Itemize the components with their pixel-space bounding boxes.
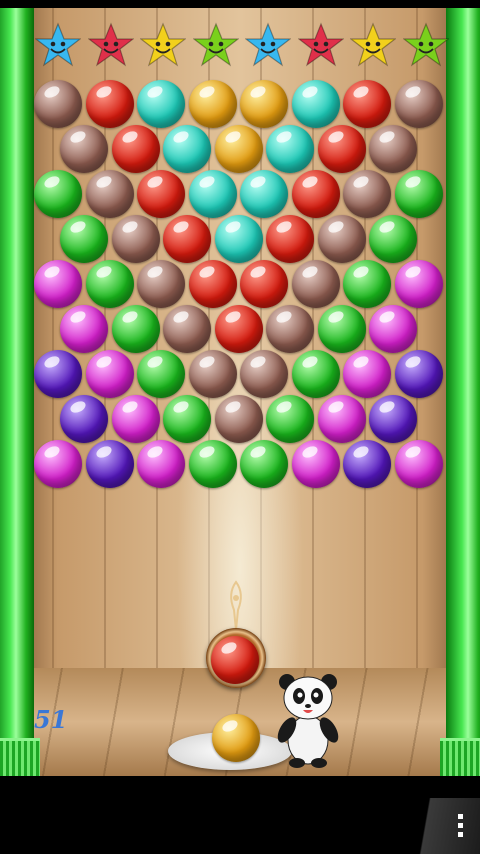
bubble-magenta: [394, 260, 443, 308]
bubble-green: [137, 350, 185, 398]
bubble-brown: [317, 215, 366, 263]
overflow-menu-icon: [458, 814, 464, 841]
bubble-red: [188, 260, 237, 308]
bubble-brown: [34, 80, 82, 128]
star-yellow-icon: [140, 22, 186, 67]
bubble-teal: [266, 125, 314, 173]
star-yellow-icon: [350, 22, 396, 67]
bubble-green: [394, 170, 443, 218]
bubble-green: [188, 440, 237, 488]
bubble-purple: [85, 440, 134, 488]
bubble-magenta: [137, 440, 185, 488]
bubble-gold: [214, 125, 263, 173]
bubble-purple: [369, 395, 417, 443]
star-green-icon: [402, 22, 449, 67]
bubble-purple: [394, 350, 443, 398]
bubble-magenta: [369, 305, 417, 353]
bubble-green: [85, 260, 134, 308]
aim-pointer-icon: [230, 580, 242, 631]
bubble-red: [317, 125, 366, 173]
bubble-teal: [291, 80, 340, 128]
bubble-brown: [188, 350, 237, 398]
bubble-red: [214, 305, 263, 353]
panda-mascot: [277, 674, 339, 768]
bubble-teal: [240, 170, 288, 218]
left-pillar-base: [0, 738, 40, 776]
bubble-green: [291, 350, 340, 398]
bubble-teal: [137, 80, 185, 128]
bubble-magenta: [394, 440, 443, 488]
bubble-brown: [214, 395, 263, 443]
bubble-gold: [188, 80, 237, 128]
bubble-brown: [343, 170, 391, 218]
navigation-bar: [0, 776, 480, 854]
bubble-purple: [34, 350, 82, 398]
bubble-green: [60, 215, 108, 263]
bubble-brown: [394, 80, 443, 128]
current-bubble[interactable]: [211, 636, 259, 684]
bubble-green: [369, 215, 417, 263]
star-blue-icon: [245, 22, 291, 67]
next-bubble[interactable]: [212, 714, 260, 762]
bubble-brown: [85, 170, 134, 218]
bubble-teal: [188, 170, 237, 218]
game-board[interactable]: 51: [0, 8, 480, 776]
bubble-magenta: [291, 440, 340, 488]
bubble-magenta: [85, 350, 134, 398]
bubble-red: [137, 170, 185, 218]
bubble-teal: [163, 125, 211, 173]
bubble-red: [291, 170, 340, 218]
star-green-icon: [192, 22, 239, 67]
bubble-brown: [240, 350, 288, 398]
bubble-green: [266, 395, 314, 443]
right-pillar: [446, 8, 480, 748]
status-bar: [0, 0, 480, 8]
bubble-brown: [60, 125, 108, 173]
bubble-magenta: [317, 395, 366, 443]
bubble-brown: [291, 260, 340, 308]
bubble-red: [343, 80, 391, 128]
bubble-magenta: [111, 395, 160, 443]
star-blue-icon: [35, 22, 81, 67]
bubble-green: [317, 305, 366, 353]
bubble-gold: [240, 80, 288, 128]
bubble-magenta: [343, 350, 391, 398]
star-red-icon: [87, 22, 134, 67]
bubble-teal: [214, 215, 263, 263]
right-pillar-base: [440, 738, 480, 776]
bubble-brown: [369, 125, 417, 173]
left-pillar: [0, 8, 34, 748]
bubble-brown: [266, 305, 314, 353]
bubble-magenta: [60, 305, 108, 353]
bubble-red: [266, 215, 314, 263]
bubble-red: [240, 260, 288, 308]
bubble-green: [111, 305, 160, 353]
menu-button[interactable]: [416, 798, 480, 854]
star-red-icon: [297, 22, 344, 67]
bubble-green: [240, 440, 288, 488]
bubble-red: [85, 80, 134, 128]
bubble-purple: [343, 440, 391, 488]
bubble-purple: [60, 395, 108, 443]
bubble-green: [163, 395, 211, 443]
bubble-magenta: [34, 260, 82, 308]
bubble-green: [34, 170, 82, 218]
bubble-brown: [137, 260, 185, 308]
shots-remaining-counter: 51: [34, 705, 68, 734]
bubble-red: [163, 215, 211, 263]
bubble-green: [343, 260, 391, 308]
bubble-red: [111, 125, 160, 173]
bubble-brown: [163, 305, 211, 353]
bubble-brown: [111, 215, 160, 263]
bubble-magenta: [34, 440, 82, 488]
